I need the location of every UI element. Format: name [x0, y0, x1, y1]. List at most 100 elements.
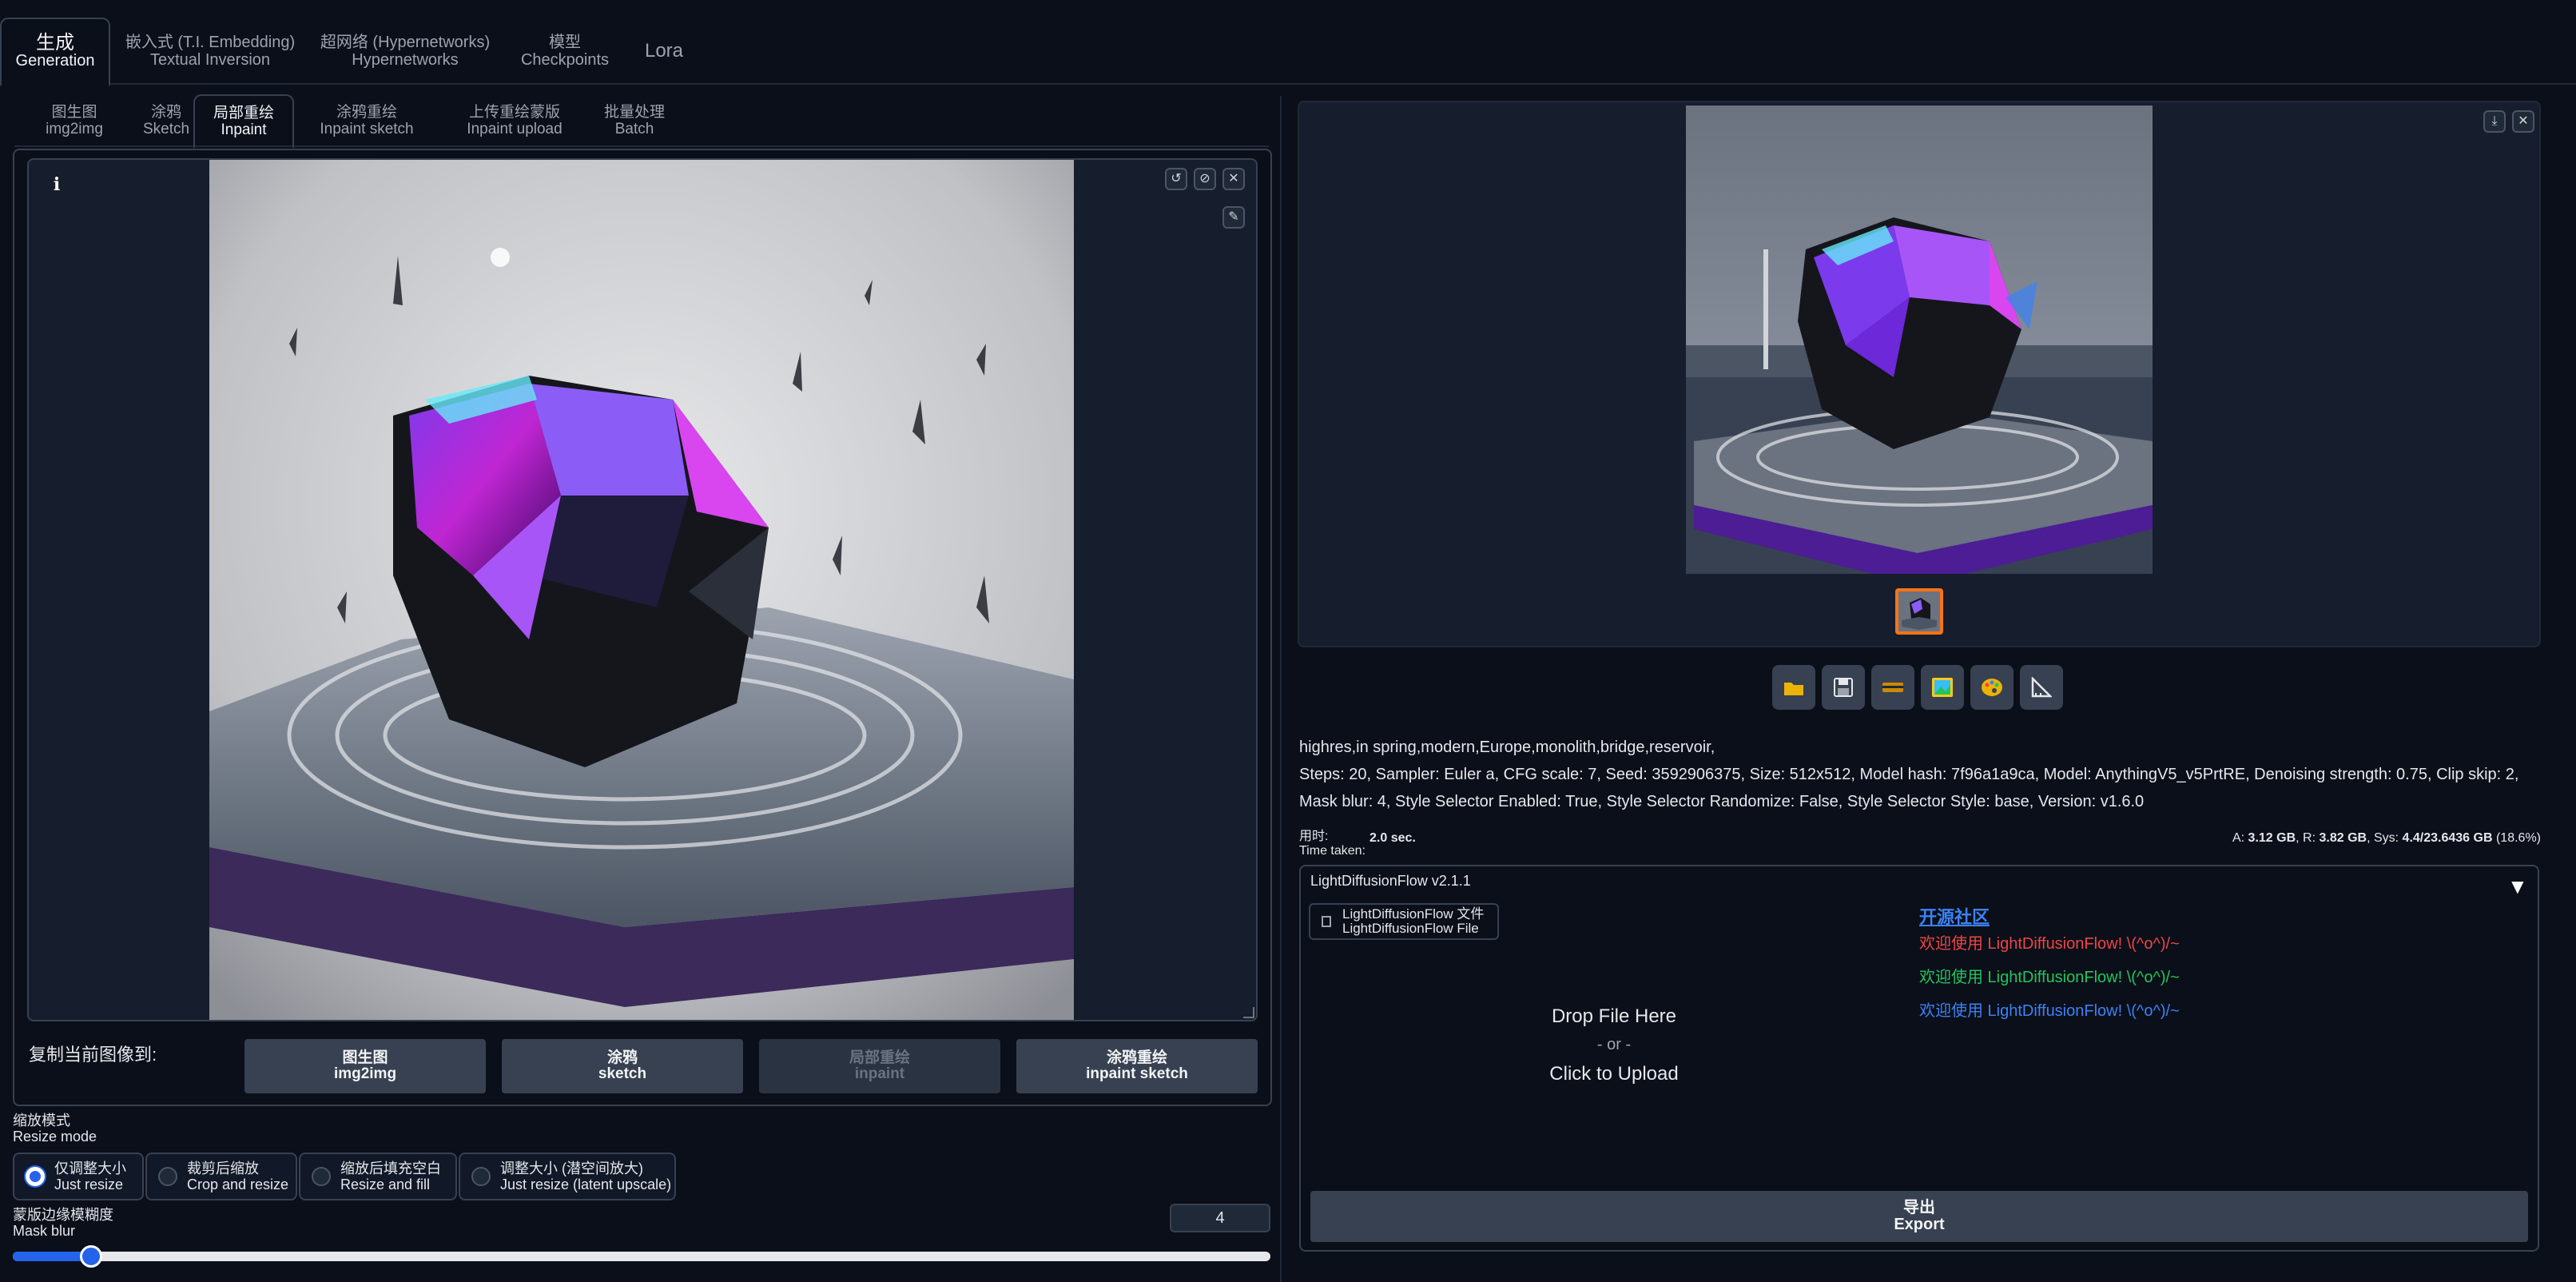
collapse-arrow-icon[interactable]: ▼ [2507, 874, 2528, 899]
copy-to-inpaint-sketch-button[interactable]: 涂鸦重绘 inpaint sketch [1016, 1039, 1258, 1093]
tab-checkpoints[interactable]: 模型 Checkpoints [513, 18, 617, 85]
save-icon [1834, 678, 1853, 697]
send-to-img2img-button[interactable] [1921, 665, 1964, 710]
copy-inpaint-sketch-en: inpaint sketch [1086, 1065, 1188, 1082]
tab-lora[interactable]: Lora [631, 18, 697, 85]
mem-a-label: A: [2232, 831, 2245, 845]
subtab-inpaint-upload-cn: 上传重绘蒙版 [468, 104, 560, 121]
ruler-icon [2031, 677, 2052, 698]
radio-unchecked-icon [471, 1167, 491, 1186]
copy-to-sketch-button[interactable]: 涂鸦 sketch [502, 1039, 743, 1093]
resize-mode-cn: 缩放模式 [13, 1113, 70, 1129]
close-icon[interactable]: ✕ [2512, 110, 2534, 133]
copy-inpaint-cn: 局部重绘 [849, 1049, 910, 1066]
tab-hypernetworks[interactable]: 超网络 (Hypernetworks) Hypernetworks [318, 18, 492, 85]
welcome-message-blue: 欢迎使用 LightDiffusionFlow! \(^o^)/~ [1919, 1002, 2180, 1020]
memory-usage: A: 3.12 GB, R: 3.82 GB, Sys: 4.4/23.6436… [2232, 831, 2541, 845]
radio-fill-en: Resize and fill [340, 1176, 431, 1192]
radio-crop-en: Crop and resize [187, 1176, 289, 1192]
tab-generation[interactable]: 生成 Generation [0, 18, 110, 86]
top-tab-bar: 生成 Generation 嵌入式 (T.I. Embedding) Textu… [0, 18, 2576, 86]
copy-img2img-en: img2img [333, 1065, 397, 1082]
subtab-batch[interactable]: 批量处理 Batch [580, 94, 689, 147]
clear-icon[interactable]: ⊘ [1194, 168, 1216, 190]
radio-unchecked-icon [312, 1167, 331, 1186]
tab-ti-en: Textual Inversion [149, 51, 271, 69]
mask-blur-number-input[interactable]: 4 [1170, 1204, 1270, 1232]
subtab-inpaint-upload[interactable]: 上传重绘蒙版 Inpaint upload [438, 94, 591, 147]
subtab-img2img[interactable]: 图生图 img2img [22, 94, 126, 147]
resize-mode-label: 缩放模式 Resize mode [13, 1113, 97, 1145]
subtab-inpaint-cn: 局部重绘 [213, 105, 274, 121]
open-folder-button[interactable] [1772, 665, 1815, 710]
export-en: Export [1894, 1216, 1945, 1233]
export-button[interactable]: 导出 Export [1310, 1191, 2528, 1242]
radio-checked-icon [26, 1167, 45, 1186]
subtab-inpaint-sketch[interactable]: 涂鸦重绘 Inpaint sketch [302, 94, 431, 147]
mask-blur-en: Mask blur [13, 1223, 76, 1239]
thumbnail-art [1898, 591, 1940, 631]
undo-icon[interactable]: ↺ [1165, 168, 1187, 190]
subtab-sketch-cn: 涂鸦 [150, 104, 181, 121]
radio-just-resize[interactable]: 仅调整大小 Just resize [13, 1153, 144, 1200]
copy-sketch-cn: 涂鸦 [606, 1049, 638, 1066]
community-link[interactable]: 开源社区 [1919, 903, 1990, 929]
time-taken-cn: 用时: [1299, 830, 1329, 843]
click-to-upload-text[interactable]: Click to Upload [1502, 1063, 1726, 1085]
copy-to-img2img-button[interactable]: 图生图 img2img [244, 1039, 486, 1093]
tab-hn-cn: 超网络 (Hypernetworks) [320, 34, 491, 51]
drop-file-text[interactable]: Drop File Here [1502, 1005, 1726, 1028]
radio-crop-and-resize[interactable]: 裁剪后缩放 Crop and resize [145, 1153, 297, 1200]
ldf-file-en: LightDiffusionFlow File [1342, 921, 1479, 936]
output-image[interactable] [1686, 106, 2153, 574]
radio-just-resize-cn: 仅调整大小 [54, 1161, 126, 1176]
save-button[interactable] [1822, 665, 1865, 710]
output-thumbnail[interactable] [1895, 588, 1943, 635]
send-to-inpaint-button[interactable] [1970, 665, 2013, 710]
copy-sketch-en: sketch [598, 1065, 647, 1082]
mask-blur-slider[interactable] [13, 1252, 1270, 1261]
zip-button[interactable] [1871, 665, 1914, 710]
subtab-img2img-en: img2img [46, 121, 103, 137]
subtab-inpaint-sketch-cn: 涂鸦重绘 [336, 104, 397, 121]
mem-pct: (18.6%) [2495, 831, 2541, 845]
time-taken-value: 2.0 sec. [1369, 831, 1416, 845]
ldf-file-button[interactable]: LightDiffusionFlow 文件 LightDiffusionFlow … [1309, 903, 1499, 940]
copy-image-label: 复制当前图像到: [29, 1045, 157, 1065]
mem-sys-label: Sys: [2373, 831, 2399, 845]
inpaint-image-art [209, 160, 1074, 1020]
mem-sys-value: 4.4/23.6436 GB [2402, 831, 2493, 845]
radio-fill-cn: 缩放后填充空白 [340, 1161, 441, 1176]
send-to-extras-button[interactable] [2020, 665, 2063, 710]
mask-blur-label: 蒙版边缘模糊度 Mask blur [13, 1207, 113, 1239]
brush-icon[interactable]: ✎ [1222, 206, 1245, 229]
tab-ckpt-en: Checkpoints [520, 51, 610, 69]
radio-latent-upscale[interactable]: 调整大小 (潜空间放大) Just resize (latent upscale) [459, 1153, 676, 1200]
file-icon [1322, 916, 1331, 927]
info-icon[interactable]: i [45, 173, 69, 197]
tab-textual-inversion[interactable]: 嵌入式 (T.I. Embedding) Textual Inversion [121, 18, 299, 85]
output-image-art [1686, 106, 2153, 574]
download-icon[interactable]: ⤓ [2483, 110, 2506, 133]
subtab-inpaint[interactable]: 局部重绘 Inpaint [193, 94, 294, 149]
subtab-batch-cn: 批量处理 [603, 104, 665, 121]
copy-inpaint-sketch-cn: 涂鸦重绘 [1106, 1049, 1167, 1066]
close-icon[interactable]: ✕ [1222, 168, 1245, 190]
img2img-sub-tabs: 图生图 img2img 涂鸦 Sketch 局部重绘 Inpaint 涂鸦重绘 … [14, 94, 1269, 149]
zip-icon [1882, 683, 1903, 692]
mem-r-value: 3.82 GB [2319, 831, 2367, 845]
resize-handle-icon[interactable] [1243, 1007, 1254, 1018]
welcome-message-green: 欢迎使用 LightDiffusionFlow! \(^o^)/~ [1919, 969, 2180, 986]
mask-blur-slider-thumb[interactable] [80, 1245, 103, 1268]
subtab-inpaint-sketch-en: Inpaint sketch [320, 121, 414, 137]
radio-resize-and-fill[interactable]: 缩放后填充空白 Resize and fill [299, 1153, 457, 1200]
copy-inpaint-en: inpaint [854, 1065, 905, 1082]
tab-ckpt-cn: 模型 [549, 34, 581, 51]
inpaint-image[interactable] [209, 160, 1074, 1020]
tab-generation-en: Generation [15, 52, 95, 70]
copy-to-inpaint-button[interactable]: 局部重绘 inpaint [759, 1039, 1000, 1093]
export-cn: 导出 [1903, 1199, 1935, 1216]
mem-r-label: R: [2303, 831, 2316, 845]
resize-mode-en: Resize mode [13, 1129, 97, 1145]
radio-crop-cn: 裁剪后缩放 [187, 1161, 259, 1176]
